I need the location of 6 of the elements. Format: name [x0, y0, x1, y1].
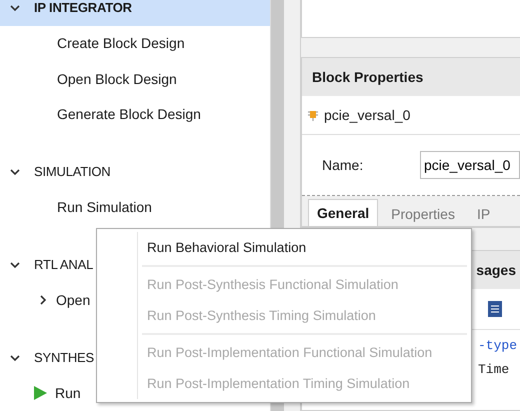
object-name: pcie_versal_0 [324, 107, 410, 123]
panel-title: Block Properties [312, 69, 424, 85]
console-line: Time [478, 361, 510, 379]
name-label: Name: [322, 157, 364, 173]
panel-title: sages [476, 262, 516, 278]
console-line: -type [478, 337, 518, 355]
